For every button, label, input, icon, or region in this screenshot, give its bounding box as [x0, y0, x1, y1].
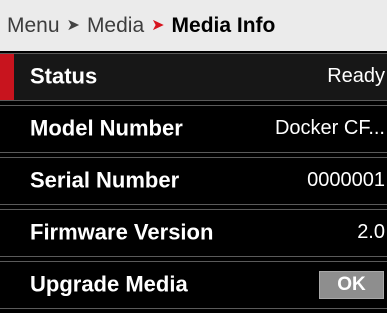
status-label: Status	[30, 63, 98, 89]
upgrade-media-row[interactable]: Upgrade Media OK	[0, 261, 387, 309]
serial-number-label: Serial Number	[30, 167, 180, 193]
media-info-screen: Menu ➤ Media ➤ Media Info Status Ready M…	[0, 0, 387, 309]
chevron-right-icon: ➤	[151, 16, 165, 34]
model-number-row[interactable]: Model Number Docker CF...	[0, 105, 387, 153]
serial-number-value: 0000001	[307, 169, 385, 192]
serial-number-row[interactable]: Serial Number 0000001	[0, 157, 387, 205]
breadcrumb-media[interactable]: Media	[87, 14, 144, 38]
firmware-version-value: 2.0	[357, 221, 385, 244]
status-value: Ready	[327, 65, 385, 88]
model-number-value: Docker CF...	[274, 117, 385, 140]
chevron-right-icon: ➤	[66, 16, 80, 34]
breadcrumb: Menu ➤ Media ➤ Media Info	[0, 0, 387, 51]
model-number-label: Model Number	[30, 115, 183, 141]
upgrade-media-label: Upgrade Media	[30, 271, 188, 297]
firmware-version-row[interactable]: Firmware Version 2.0	[0, 209, 387, 257]
page-title: Media Info	[171, 13, 276, 37]
selection-marker	[0, 54, 14, 100]
status-row[interactable]: Status Ready	[0, 53, 387, 101]
info-list: Status Ready Model Number Docker CF... S…	[0, 53, 387, 313]
breadcrumb-menu[interactable]: Menu	[7, 14, 60, 38]
firmware-version-label: Firmware Version	[30, 219, 214, 245]
